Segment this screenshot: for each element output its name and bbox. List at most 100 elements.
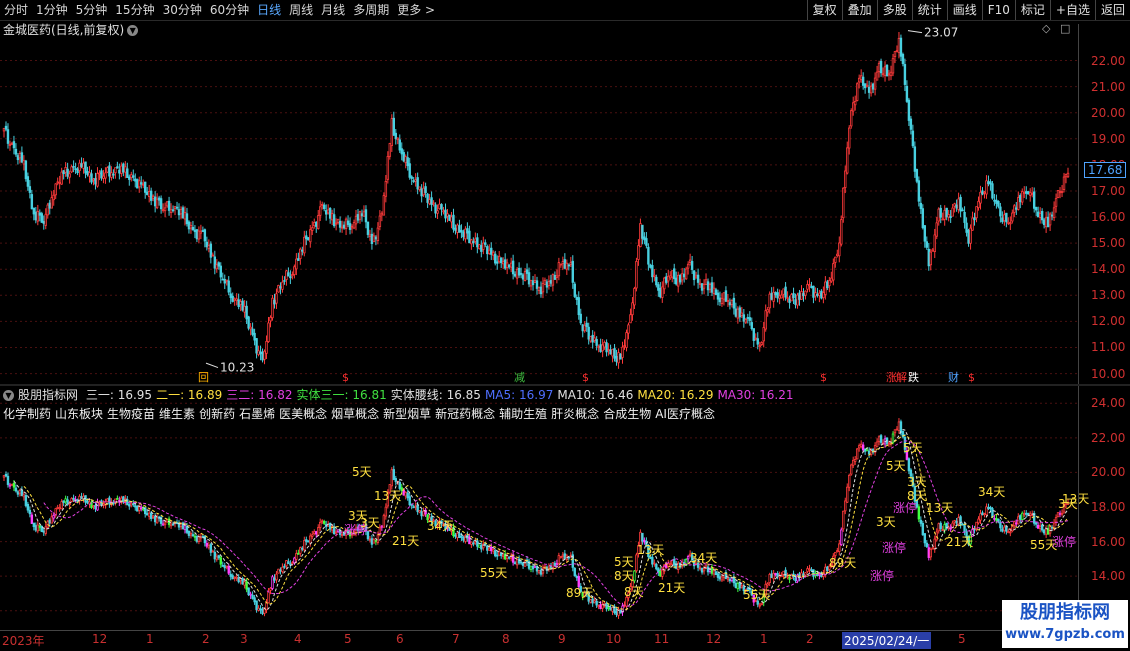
candle-body xyxy=(406,157,409,167)
indicator-body xyxy=(734,582,738,589)
candle-body xyxy=(1066,172,1070,178)
date-tick-label: 1 xyxy=(146,632,154,646)
event-marker[interactable]: 跌 xyxy=(908,370,919,384)
indicator-body xyxy=(669,563,672,566)
concept-tag[interactable]: 新冠药概念 xyxy=(435,407,495,421)
event-marker[interactable]: $ xyxy=(342,371,349,384)
cycle-label: 3天 xyxy=(907,475,927,489)
indicator-body xyxy=(241,578,244,585)
event-marker[interactable]: $ xyxy=(820,371,827,384)
indicator-body xyxy=(62,500,65,503)
candle-body xyxy=(376,227,380,241)
candle-body xyxy=(24,160,28,180)
current-price-tag: 17.68 xyxy=(1084,162,1127,178)
concept-tag[interactable]: 肝炎概念 xyxy=(551,407,599,421)
candle-body xyxy=(185,213,189,225)
candle-body xyxy=(1031,193,1034,195)
indicator-body xyxy=(597,605,600,608)
kline-chart[interactable]: 23.0710.23回 $ 减 $ $ 涨解跌财 $5天13天34天3天21天55天89天5… xyxy=(0,0,1130,650)
indicator-value: 三一: 16.95 xyxy=(85,388,153,402)
indicator-body xyxy=(519,561,523,564)
indicator-body xyxy=(893,429,897,434)
candle-body xyxy=(1034,206,1038,211)
candle-body xyxy=(804,290,807,296)
indicator-body xyxy=(257,607,260,611)
candle-body xyxy=(903,64,907,85)
indicator-body xyxy=(480,544,483,550)
price-tick-label: 19.00 xyxy=(1091,131,1126,146)
indicator-body xyxy=(953,520,956,523)
indicator-body xyxy=(458,533,461,539)
candle-body xyxy=(678,274,682,283)
concept-tag[interactable]: 合成生物 xyxy=(603,407,651,421)
candle-body xyxy=(108,165,111,177)
candle-body xyxy=(205,241,209,248)
concept-tag[interactable]: 医美概念 xyxy=(279,407,327,421)
concept-tag[interactable]: 生物疫苗 xyxy=(107,407,155,421)
candle-body xyxy=(621,346,624,358)
candle-body xyxy=(671,270,674,278)
candle-body xyxy=(271,297,274,319)
candle-body xyxy=(846,147,849,174)
candle-body xyxy=(114,167,117,174)
candle-body xyxy=(299,248,302,260)
candle-body xyxy=(961,209,964,212)
candle-body xyxy=(684,268,688,280)
candle-body xyxy=(440,204,443,210)
concept-tag[interactable]: 石墨烯 xyxy=(239,407,275,421)
concept-tag[interactable]: AI医疗概念 xyxy=(655,407,715,421)
candle-body xyxy=(863,83,867,89)
candle-body xyxy=(613,348,616,359)
candle-body xyxy=(826,281,829,289)
chevron-down-icon[interactable]: ▼ xyxy=(3,390,14,401)
candle-body xyxy=(259,351,262,355)
indicator-body xyxy=(838,543,841,552)
candle-body xyxy=(762,327,765,342)
event-marker[interactable]: $ xyxy=(968,371,975,384)
candle-body xyxy=(563,259,567,269)
concept-tag[interactable]: 山东板块 xyxy=(55,407,103,421)
candle-body xyxy=(766,309,769,313)
candle-body xyxy=(60,171,63,185)
indicator-body xyxy=(231,575,234,580)
candle-body xyxy=(710,282,714,293)
indicator-body xyxy=(615,611,618,615)
candle-body xyxy=(802,293,805,297)
candle-body xyxy=(36,210,40,222)
event-marker[interactable]: $ xyxy=(582,371,589,384)
concept-tag[interactable]: 化学制药 xyxy=(3,407,51,421)
indicator-body xyxy=(122,496,125,503)
candle-body xyxy=(151,195,155,199)
event-marker[interactable]: 减 xyxy=(514,371,525,384)
indicator-body xyxy=(233,576,236,579)
event-marker[interactable]: 财 xyxy=(948,370,959,384)
concept-tag[interactable]: 维生素 xyxy=(159,407,195,421)
candle-body xyxy=(2,127,6,132)
event-marker[interactable]: 回 xyxy=(198,371,209,384)
cycle-label: 13天 xyxy=(374,489,401,503)
candle-body xyxy=(505,262,509,268)
indicator-body xyxy=(72,497,75,500)
indicator-body xyxy=(136,505,139,512)
candle-body xyxy=(995,199,998,204)
candle-body xyxy=(265,340,268,354)
indicator-body xyxy=(261,608,264,615)
candle-body xyxy=(90,173,93,183)
candle-body xyxy=(42,220,45,224)
indicator-body xyxy=(50,516,53,524)
candle-body xyxy=(149,190,153,201)
indicator-name[interactable]: 股朋指标网 xyxy=(18,388,78,402)
indicator-body xyxy=(700,567,704,573)
indicator-value: 实体腰线: 16.85 xyxy=(390,388,481,402)
concept-tag[interactable]: 烟草概念 xyxy=(331,407,379,421)
candle-body xyxy=(661,286,664,298)
concept-tag[interactable]: 辅助生殖 xyxy=(499,407,547,421)
candle-body xyxy=(486,246,489,255)
event-marker[interactable]: 解 xyxy=(896,370,907,384)
concept-tag[interactable]: 创新药 xyxy=(199,407,235,421)
candle-body xyxy=(267,322,270,342)
candle-body xyxy=(967,229,970,244)
indicator-body xyxy=(48,519,51,524)
candle-body xyxy=(633,288,636,306)
concept-tag[interactable]: 新型烟草 xyxy=(383,407,431,421)
